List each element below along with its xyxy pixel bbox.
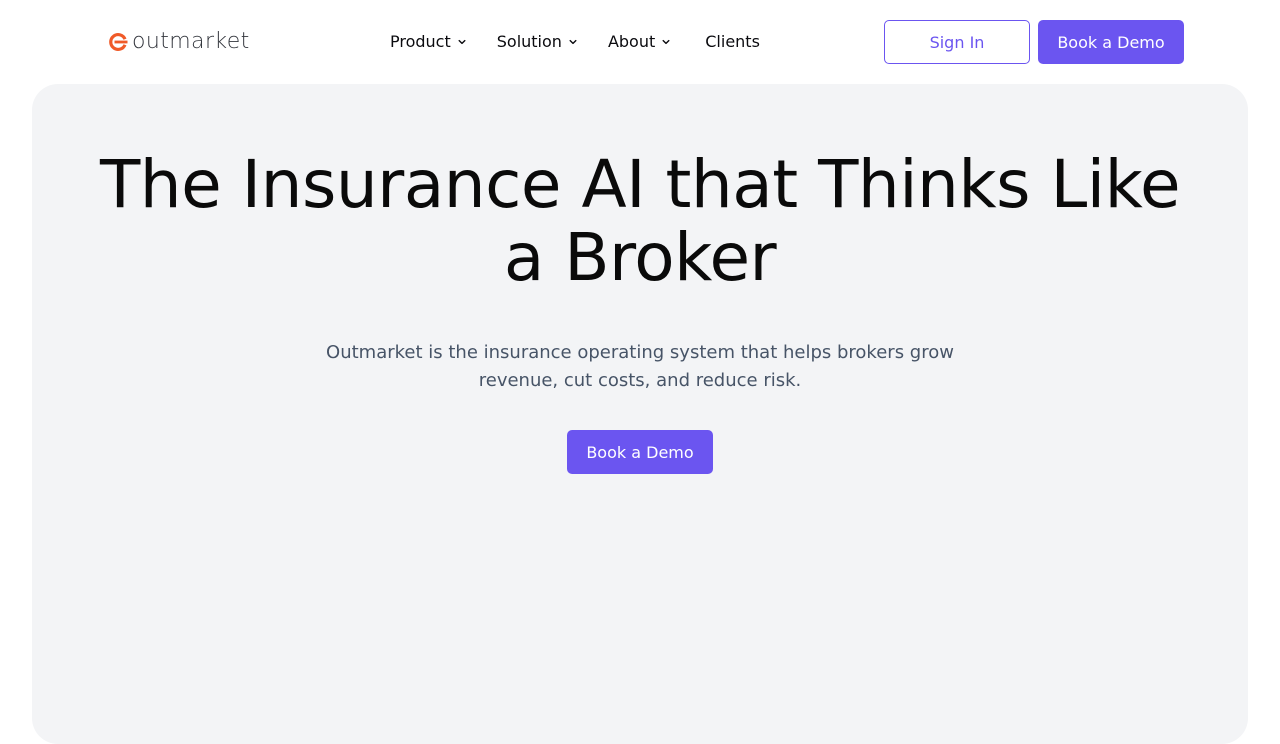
nav-item-label: About bbox=[607, 32, 656, 51]
hero-subtitle: Outmarket is the insurance operating sys… bbox=[326, 342, 954, 391]
nav-item-solution[interactable]: Solution bbox=[497, 29, 578, 55]
nav-item-product[interactable]: Product bbox=[390, 29, 467, 55]
nav-item-label: Clients bbox=[705, 32, 760, 51]
hero-title: The Insurance AI that Thinks Like a Brok… bbox=[99, 146, 1181, 296]
brand-name: outmarket bbox=[132, 29, 250, 54]
chevron-down-icon bbox=[662, 39, 670, 45]
outmarket-logo-icon bbox=[109, 33, 128, 51]
hero-section: The Insurance AI that Thinks Like a Brok… bbox=[32, 84, 1248, 744]
nav-item-clients[interactable]: Clients bbox=[705, 29, 760, 55]
sign-in-button[interactable]: Sign In bbox=[884, 20, 1030, 64]
nav-item-label: Product bbox=[390, 32, 451, 51]
book-demo-hero-button[interactable]: Book a Demo bbox=[567, 430, 713, 474]
top-navigation: outmarket Product Solution About Clients… bbox=[0, 0, 1280, 84]
nav-item-about[interactable]: About bbox=[608, 29, 671, 55]
main-menu: Product Solution About Clients bbox=[390, 29, 760, 55]
chevron-down-icon bbox=[458, 39, 466, 45]
book-demo-nav-button[interactable]: Book a Demo bbox=[1038, 20, 1184, 64]
brand-logo-link[interactable]: outmarket bbox=[108, 28, 250, 56]
chevron-down-icon bbox=[569, 39, 577, 45]
nav-item-label: Solution bbox=[496, 32, 562, 51]
